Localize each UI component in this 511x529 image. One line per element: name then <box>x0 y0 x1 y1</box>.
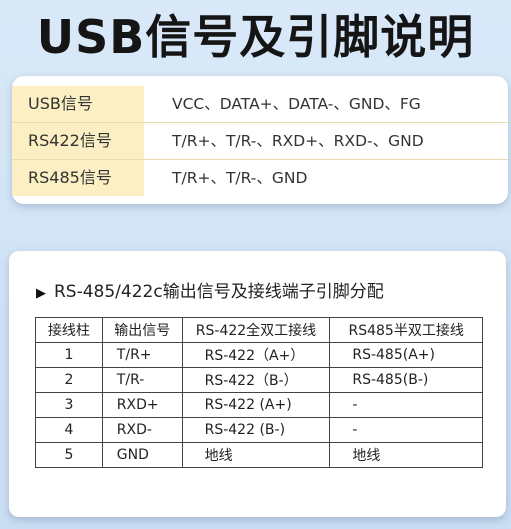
output-signal: GND <box>101 442 183 468</box>
half-duplex-wiring: RS-485(A+) <box>329 342 483 368</box>
table-row: 5 GND 地线 地线 <box>35 442 483 468</box>
page-title: USB信号及引脚说明 <box>36 10 475 64</box>
column-header: RS-422全双工接线 <box>181 317 331 343</box>
signal-label: RS485信号 <box>12 160 144 196</box>
output-signal: RXD- <box>101 417 183 443</box>
half-duplex-wiring: RS-485(B-) <box>329 367 483 393</box>
signal-summary-card: USB信号 VCC、DATA+、DATA-、GND、FG RS422信号 T/R… <box>12 76 508 204</box>
half-duplex-wiring: - <box>329 392 483 418</box>
section-heading: ▶ RS-485/422c输出信号及接线端子引脚分配 <box>36 281 384 303</box>
pin-number: 2 <box>35 367 103 393</box>
signal-label: RS422信号 <box>12 123 144 159</box>
signal-value: T/R+、T/R-、RXD+、RXD-、GND <box>172 132 424 150</box>
full-duplex-wiring: RS-422 (B-) <box>181 417 331 443</box>
signal-value: T/R+、T/R-、GND <box>172 169 308 187</box>
table-row: 4 RXD- RS-422 (B-) - <box>35 417 483 443</box>
full-duplex-wiring: RS-422（B-） <box>181 367 331 393</box>
pin-number: 3 <box>35 392 103 418</box>
output-signal: T/R- <box>101 367 183 393</box>
section-heading-text: RS-485/422c输出信号及接线端子引脚分配 <box>54 282 384 302</box>
pin-table: 接线柱 输出信号 RS-422全双工接线 RS485半双工接线 1 T/R+ R… <box>35 317 483 468</box>
half-duplex-wiring: 地线 <box>329 442 483 468</box>
pin-number: 5 <box>35 442 103 468</box>
table-header-row: 接线柱 输出信号 RS-422全双工接线 RS485半双工接线 <box>35 317 483 343</box>
signal-row-rs422: RS422信号 T/R+、T/R-、RXD+、RXD-、GND <box>12 123 508 160</box>
table-row: 2 T/R- RS-422（B-） RS-485(B-) <box>35 367 483 393</box>
triangle-bullet-icon: ▶ <box>36 286 46 301</box>
full-duplex-wiring: RS-422（A+） <box>181 342 331 368</box>
full-duplex-wiring: RS-422 (A+) <box>181 392 331 418</box>
pin-number: 4 <box>35 417 103 443</box>
signal-row-usb: USB信号 VCC、DATA+、DATA-、GND、FG <box>12 86 508 123</box>
output-signal: T/R+ <box>101 342 183 368</box>
half-duplex-wiring: - <box>329 417 483 443</box>
pin-number: 1 <box>35 342 103 368</box>
signal-label: USB信号 <box>12 86 144 122</box>
output-signal: RXD+ <box>101 392 183 418</box>
table-row: 3 RXD+ RS-422 (A+) - <box>35 392 483 418</box>
full-duplex-wiring: 地线 <box>181 442 331 468</box>
table-row: 1 T/R+ RS-422（A+） RS-485(A+) <box>35 342 483 368</box>
column-header: 接线柱 <box>35 317 103 343</box>
column-header: RS485半双工接线 <box>329 317 483 343</box>
column-header: 输出信号 <box>101 317 183 343</box>
pin-assignment-card: ▶ RS-485/422c输出信号及接线端子引脚分配 接线柱 输出信号 RS-42… <box>9 251 506 517</box>
signal-row-rs485: RS485信号 T/R+、T/R-、GND <box>12 160 508 197</box>
signal-value: VCC、DATA+、DATA-、GND、FG <box>172 95 421 113</box>
